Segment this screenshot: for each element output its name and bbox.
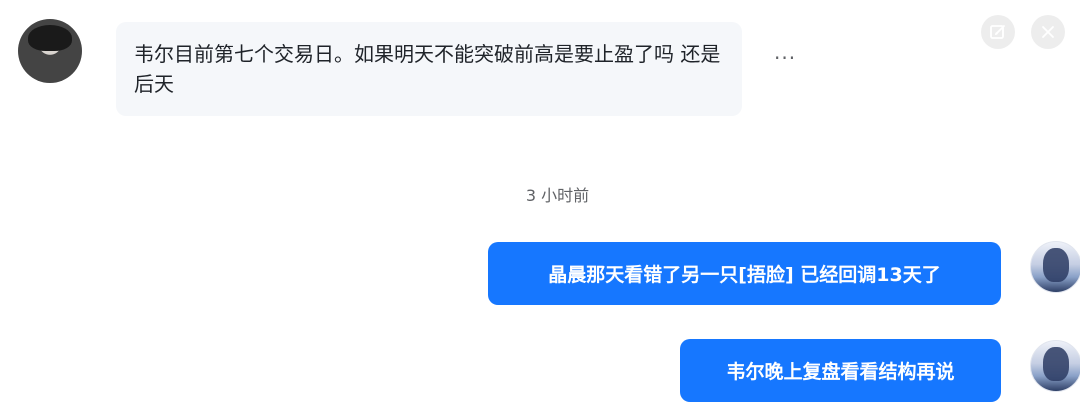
edit-icon (990, 25, 1005, 39)
outgoing-message-text: 韦尔晚上复盘看看结构再说 (726, 361, 955, 383)
sender-avatar[interactable] (18, 19, 82, 83)
incoming-message-bubble: 韦尔目前第七个交易日。如果明天不能突破前高是要止盈了吗 还是后天 (116, 22, 742, 116)
self-avatar[interactable] (1030, 241, 1080, 293)
outgoing-message-bubble: 韦尔晚上复盘看看结构再说 (680, 339, 1001, 402)
message-timestamp: 3 小时前 (525, 186, 590, 205)
close-icon (1042, 26, 1054, 38)
self-avatar[interactable] (1030, 340, 1080, 392)
more-icon: ··· (774, 46, 797, 70)
outgoing-message-text: 晶晨那天看错了另一只[捂脸] 已经回调13天了 (548, 264, 941, 286)
more-options-button[interactable]: ··· (774, 46, 796, 70)
close-button[interactable] (1031, 15, 1065, 49)
outgoing-message-bubble: 晶晨那天看错了另一只[捂脸] 已经回调13天了 (488, 242, 1001, 305)
edit-button[interactable] (981, 15, 1015, 49)
incoming-message-text: 韦尔目前第七个交易日。如果明天不能突破前高是要止盈了吗 还是后天 (134, 42, 721, 96)
